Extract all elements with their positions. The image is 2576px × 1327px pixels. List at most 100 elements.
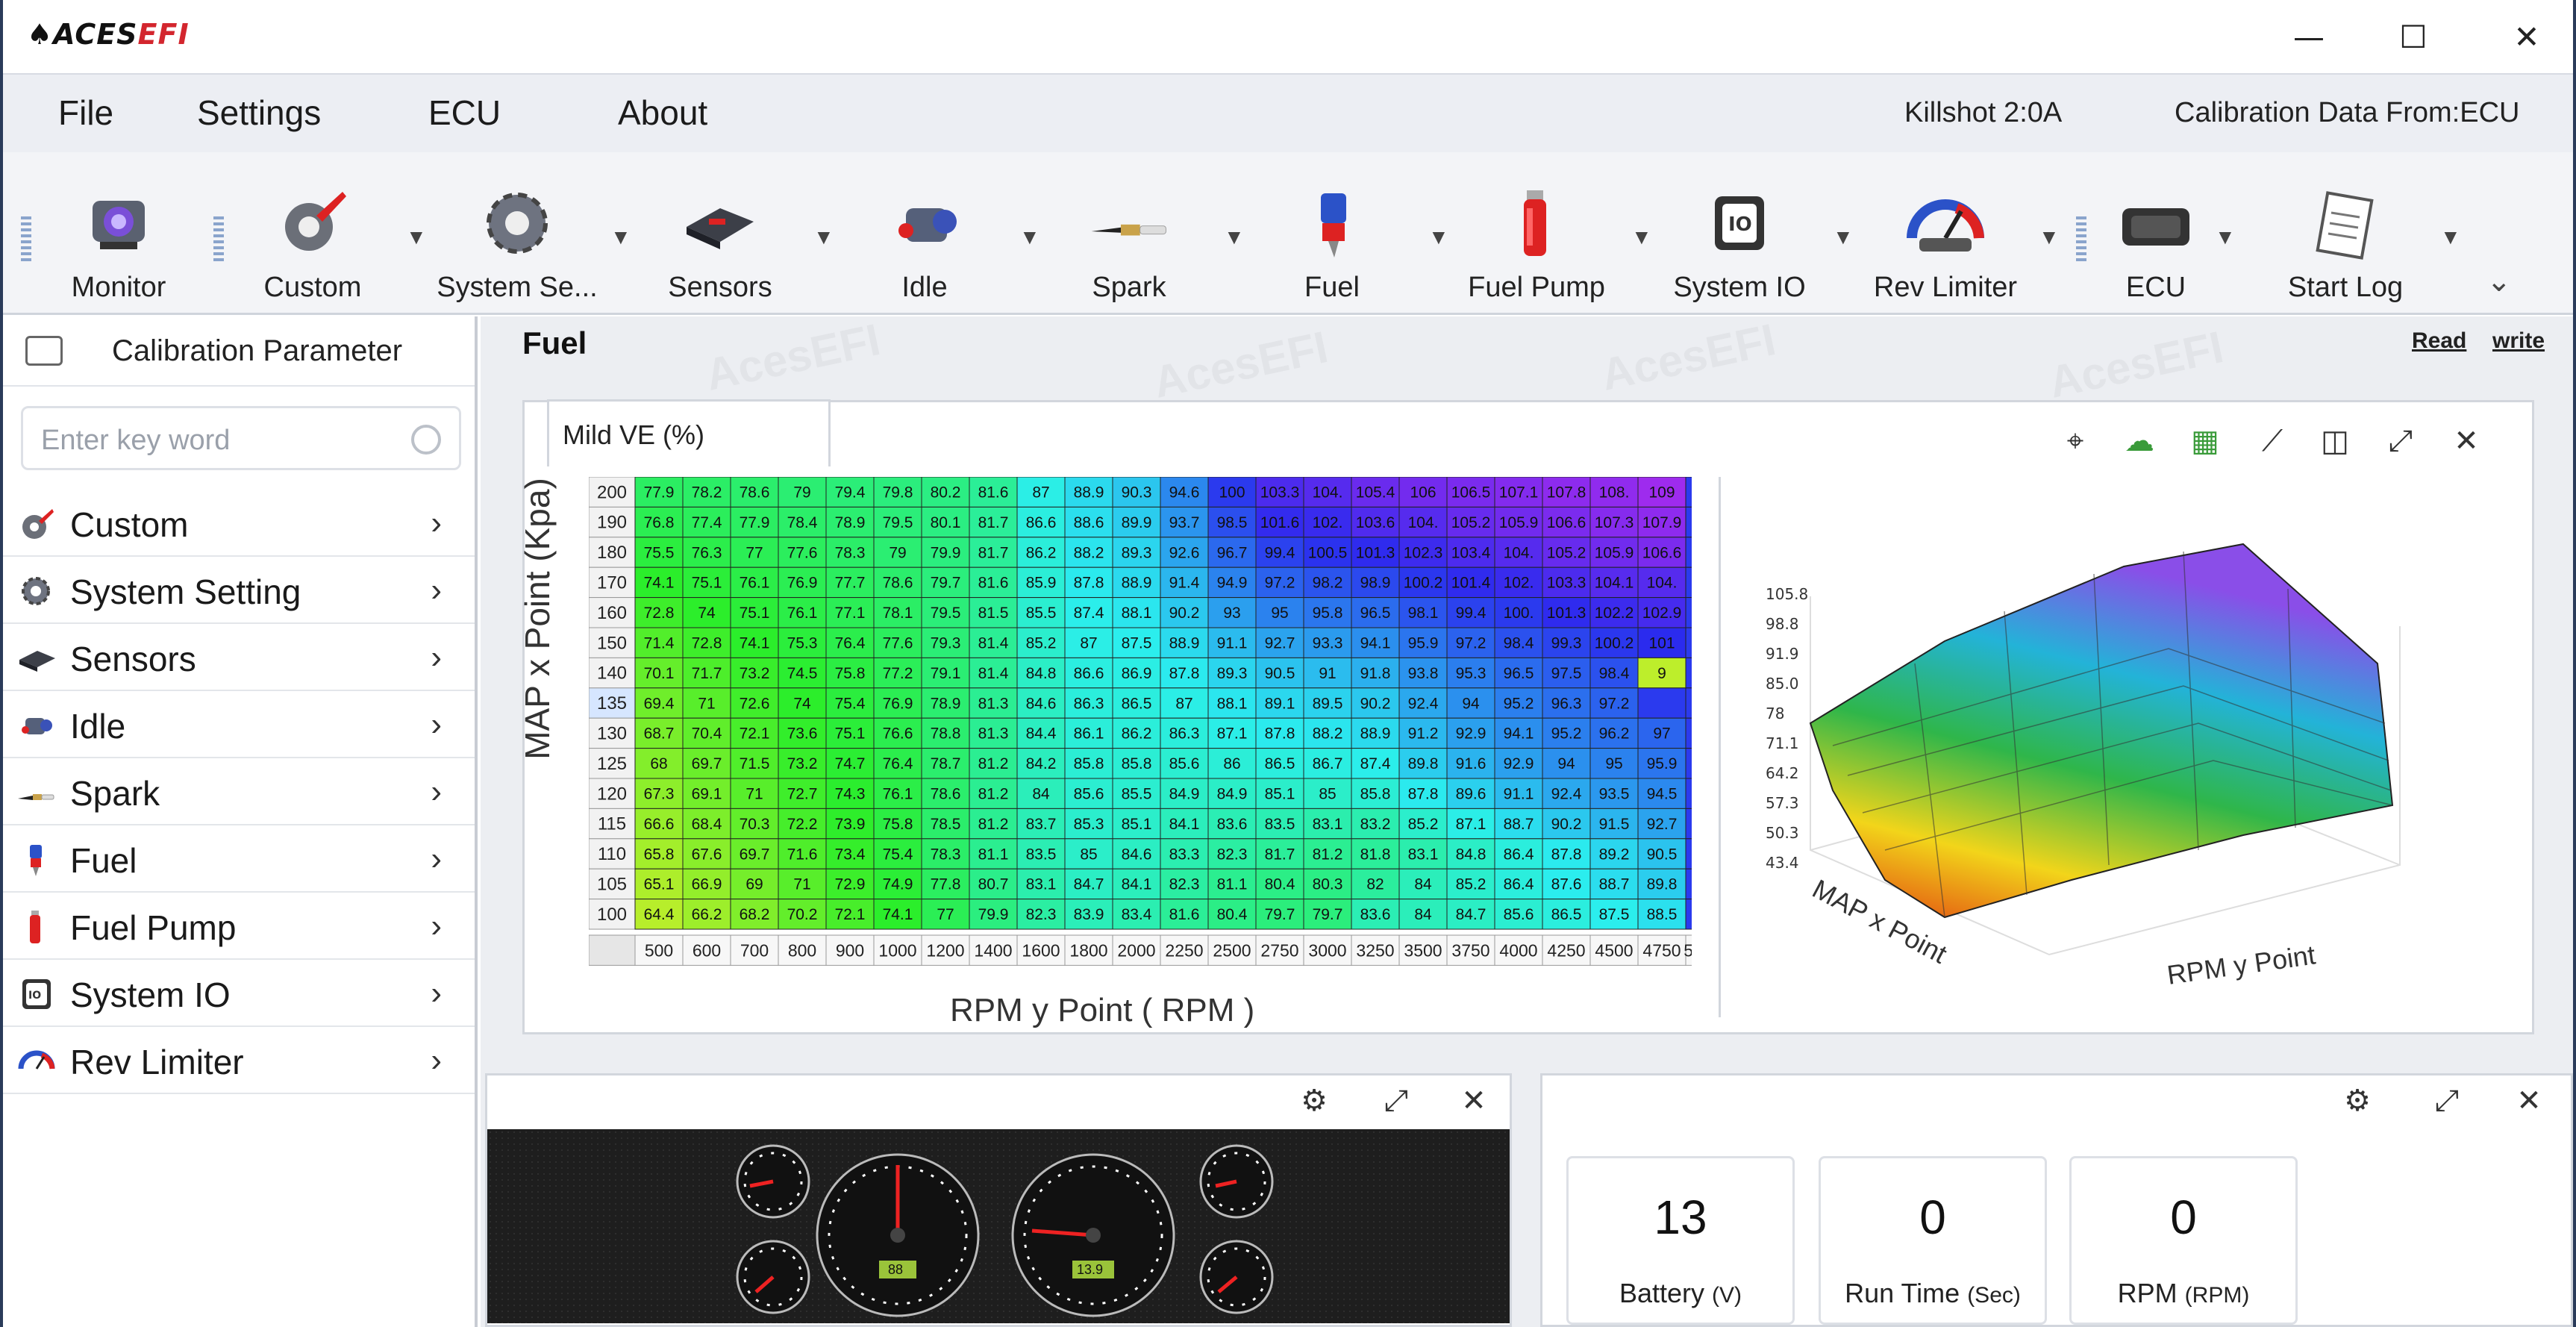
toolbar-label: System IO	[1673, 272, 1806, 303]
heatmap-cell-value: 81.3	[978, 725, 1009, 743]
fuel-pump-dropdown-icon[interactable]: ▼	[1631, 225, 1652, 249]
gear-icon[interactable]: ⚙	[1298, 1084, 1331, 1117]
sidebar-item-fuel-pump[interactable]: Fuel Pump ›	[3, 893, 475, 960]
heatmap-cell-value: 105.2	[1451, 514, 1491, 531]
sidebar-item-fuel[interactable]: Fuel ›	[3, 825, 475, 893]
toolbar-spark[interactable]: Spark	[1043, 182, 1215, 309]
toolbar-monitor[interactable]: Monitor	[33, 182, 204, 309]
expand-icon[interactable]: ⤢	[1380, 1084, 1413, 1117]
menu-settings[interactable]: Settings	[197, 93, 321, 133]
heatmap-cell	[1685, 838, 1692, 869]
heatmap-cell-value: 84	[1414, 876, 1432, 893]
close-panel-icon[interactable]: ✕	[2513, 1084, 2545, 1117]
heatmap-cell-value: 80.4	[1217, 906, 1248, 923]
heatmap-cell-value: 85	[1080, 846, 1097, 863]
custom-dropdown-icon[interactable]: ▼	[406, 225, 427, 249]
idle-dropdown-icon[interactable]: ▼	[1019, 225, 1040, 249]
gear-icon[interactable]: ⚙	[2341, 1084, 2374, 1117]
menu-about[interactable]: About	[618, 93, 707, 133]
heatmap-cell-value: 98.4	[1599, 665, 1630, 682]
line-chart-icon[interactable]: ⟋	[2256, 425, 2289, 458]
start-log-dropdown-icon[interactable]: ▼	[2440, 225, 2461, 249]
close-panel-icon[interactable]: ✕	[2450, 425, 2483, 458]
heatmap-cell-value: 73.4	[835, 846, 866, 863]
toolbar-sensors[interactable]: Sensors	[634, 182, 806, 309]
heatmap-cell-value: 77.9	[740, 514, 770, 531]
rev-limiter-icon	[1904, 182, 1986, 264]
system-setting-dropdown-icon[interactable]: ▼	[610, 225, 631, 249]
toolbar-start-log[interactable]: Start Log	[2260, 182, 2431, 309]
heatmap-cell-value: 69.1	[692, 785, 722, 802]
sidebar-item-rev-limiter[interactable]: Rev Limiter ›	[3, 1027, 475, 1094]
close-button[interactable]: ✕	[2504, 16, 2549, 58]
sidebar-item-label: Rev Limiter	[70, 1043, 244, 1081]
table-view-icon[interactable]: ▦	[2189, 425, 2222, 458]
y-tick-label: 105	[597, 874, 627, 894]
heatmap-cell-value: 89.6	[1456, 785, 1486, 802]
menu-ecu[interactable]: ECU	[428, 93, 501, 133]
read-button[interactable]: Read	[2412, 328, 2466, 354]
maximize-button[interactable]: ☐	[2391, 16, 2436, 58]
heatmap-cell-value: 86.6	[1074, 665, 1104, 682]
minimize-button[interactable]: —	[2286, 16, 2331, 58]
heatmap-cell-value: 92.9	[1504, 755, 1534, 772]
fuel-dropdown-icon[interactable]: ▼	[1428, 225, 1449, 249]
search-input[interactable]: Enter key word	[21, 406, 461, 470]
ecu-dropdown-icon[interactable]: ▼	[2215, 225, 2236, 249]
toolbar-idle[interactable]: Idle	[839, 182, 1010, 309]
sidebar-item-custom[interactable]: Custom ›	[3, 490, 475, 557]
heatmap-cell-value: 88.6	[1074, 514, 1104, 531]
menu-file[interactable]: File	[58, 93, 113, 133]
heatmap-cell-value: 84.7	[1456, 906, 1486, 923]
rev-limiter-dropdown-icon[interactable]: ▼	[2039, 225, 2060, 249]
metric-run-time[interactable]: 0 Run Time (Sec)	[1819, 1156, 2047, 1325]
heatmap-cell-value: 97	[1653, 725, 1670, 743]
close-panel-icon[interactable]: ✕	[1457, 1084, 1490, 1117]
toolbar-system-setting[interactable]: System Se...	[431, 182, 603, 309]
tab-mild-ve[interactable]: Mild VE (%)	[547, 399, 831, 466]
toolbar-fuel-pump[interactable]: Fuel Pump	[1451, 182, 1622, 309]
toolbar-fuel[interactable]: Fuel	[1246, 182, 1418, 309]
expand-icon[interactable]: ⤢	[2430, 1084, 2463, 1117]
spark-dropdown-icon[interactable]: ▼	[1224, 225, 1245, 249]
sidebar-item-spark[interactable]: Spark ›	[3, 758, 475, 825]
toolbar-grip[interactable]	[21, 216, 31, 261]
heatmap-cell-value: 87.1	[1217, 725, 1248, 743]
heatmap-cell-value: 74.5	[787, 665, 818, 682]
locate-icon[interactable]: ⌖	[2059, 425, 2092, 458]
heatmap-cell-value: 9	[1657, 665, 1666, 682]
system-io-dropdown-icon[interactable]: ▼	[1833, 225, 1854, 249]
write-button[interactable]: write	[2492, 328, 2545, 354]
heatmap-cell-value: 79.8	[883, 484, 913, 501]
ve-heatmap[interactable]: 200 190 180 170 160 150 140 135 130 125 120 115 110 1…	[589, 477, 1692, 992]
expand-icon[interactable]: ⤢	[2384, 425, 2417, 458]
toolbar-system-io[interactable]: IO System IO	[1654, 182, 1825, 309]
sensors-icon	[679, 182, 761, 264]
sidebar-item-idle[interactable]: Idle ›	[3, 691, 475, 758]
search-icon[interactable]	[411, 425, 441, 455]
custom-icon	[18, 508, 55, 540]
surface-view-icon[interactable]: ☁	[2123, 425, 2156, 458]
heatmap-cell-value: 86	[1223, 755, 1240, 772]
sidebar-item-sensors[interactable]: Sensors ›	[3, 624, 475, 691]
metric-rpm[interactable]: 0 RPM (RPM)	[2069, 1156, 2298, 1325]
toolbar-rev-limiter[interactable]: Rev Limiter	[1860, 182, 2031, 309]
heatmap-cell-value: 77.4	[692, 514, 722, 531]
ve-surface-plot[interactable]: 105.8 98.8 91.9 85.0 78 71.1 64.2 57.3 5…	[1719, 477, 2517, 1017]
toolbar-custom[interactable]: Custom	[227, 182, 398, 309]
toolbar-label: Fuel Pump	[1468, 272, 1605, 303]
split-view-icon[interactable]: ◫	[2319, 425, 2351, 458]
heatmap-cell-value: 92.7	[1647, 816, 1678, 833]
heatmap-cell	[1685, 808, 1692, 840]
sensors-dropdown-icon[interactable]: ▼	[813, 225, 834, 249]
heatmap-cell-value: 80.4	[1265, 876, 1295, 893]
sidebar-item-system-setting[interactable]: System Setting ›	[3, 557, 475, 624]
sidebar-item-system-io[interactable]: IO System IO ›	[3, 960, 475, 1027]
metric-battery[interactable]: 13 Battery (V)	[1566, 1156, 1795, 1325]
heatmap-cell-value: 92.9	[1456, 725, 1486, 743]
collapse-sidebar-icon[interactable]	[25, 336, 63, 366]
heatmap-cell-value: 93.3	[1313, 634, 1343, 652]
x-tick-label: 3000	[1308, 940, 1346, 960]
toolbar-grip[interactable]	[213, 216, 224, 261]
toolbar-more-icon[interactable]: ⌄	[2486, 264, 2512, 299]
